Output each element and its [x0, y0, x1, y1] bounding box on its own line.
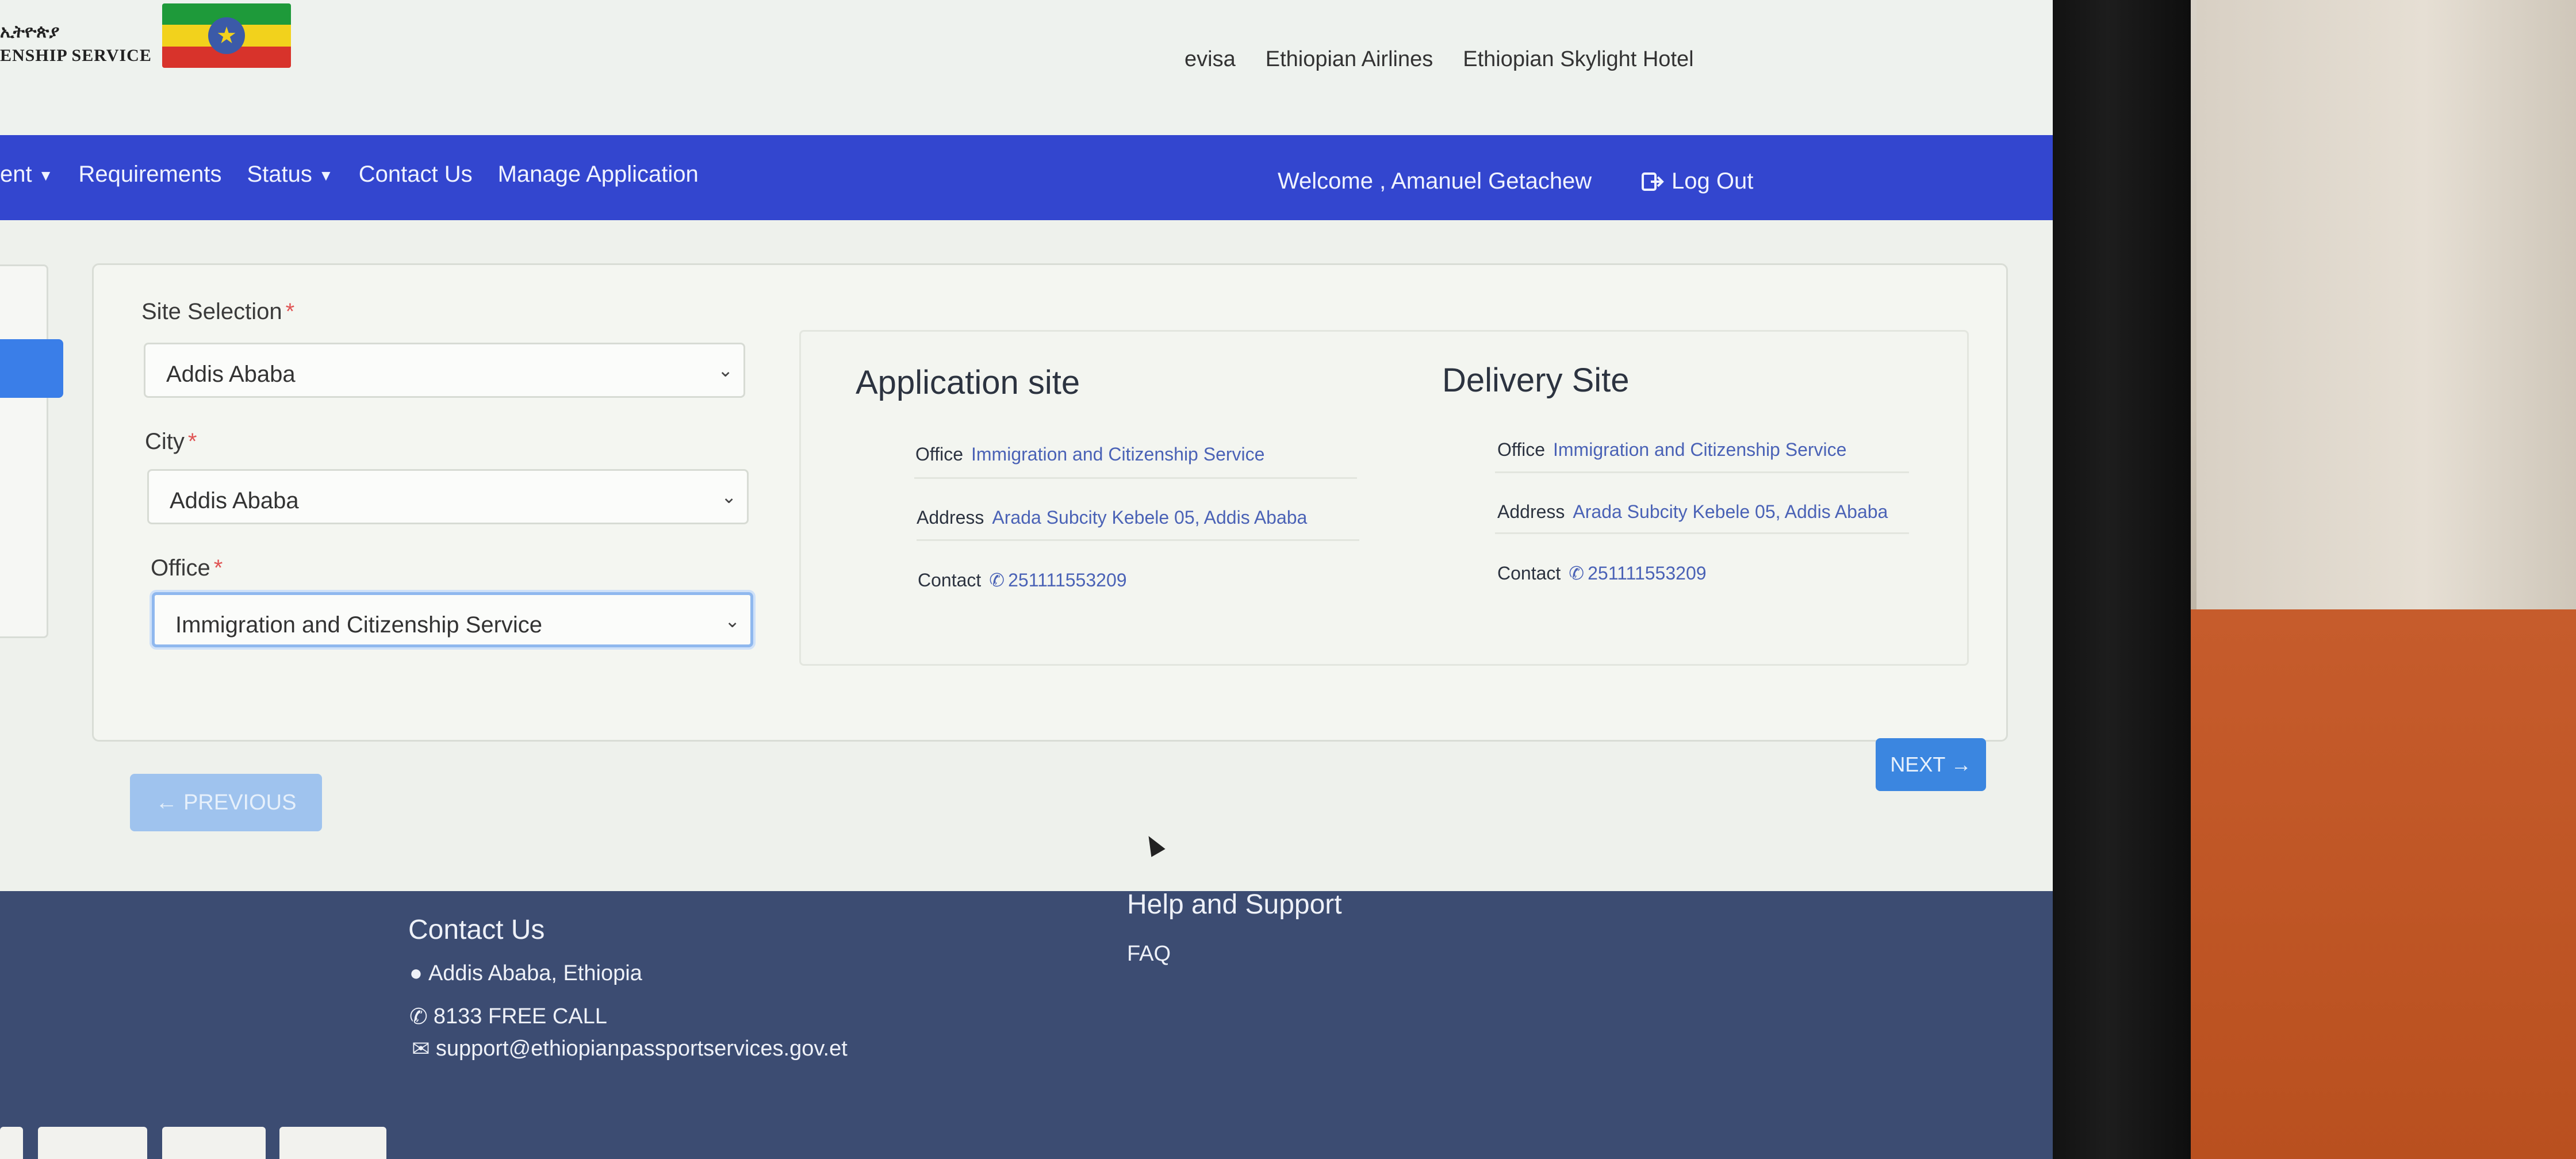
nav-item-label: Status	[247, 162, 312, 187]
row-divider	[917, 539, 1359, 541]
link-ethiopian-airlines[interactable]: Ethiopian Airlines	[1266, 47, 1433, 72]
nav-item-appointment[interactable]: ent ▼	[0, 162, 53, 187]
mouse-cursor-icon	[1141, 832, 1166, 857]
delivery-address-row: Address Arada Subcity Kebele 05, Addis Ab…	[1497, 501, 1888, 522]
footer-faq-link[interactable]: FAQ	[1127, 942, 1171, 966]
office-select[interactable]: Immigration and Citizenship Service ⌄	[152, 592, 753, 647]
step-sidebar	[0, 264, 48, 638]
brand-name: ENSHIP SERVICE	[0, 46, 152, 65]
nav-item-requirements[interactable]: Requirements	[78, 162, 221, 187]
partner-logo	[279, 1127, 386, 1159]
map-pin-icon: ●	[409, 961, 423, 985]
application-office-row: Office Immigration and Citizenship Servic…	[915, 444, 1265, 465]
star-emblem-icon: ★	[208, 17, 245, 54]
chevron-down-icon: ⌄	[724, 611, 740, 631]
phone-icon: ✆	[989, 570, 1005, 590]
ethiopian-flag-logo: ★	[162, 3, 291, 68]
phone-icon: ✆	[1569, 563, 1585, 584]
step-sidebar-active-item[interactable]	[0, 339, 63, 398]
chevron-down-icon: ⌄	[721, 486, 737, 507]
site-footer	[0, 891, 2053, 1159]
partner-logo	[38, 1127, 147, 1159]
application-contact-row: Contact ✆ 251111553209	[918, 570, 1127, 590]
nav-item-status[interactable]: Status ▼	[247, 162, 333, 187]
application-site-title: Application site	[856, 364, 1080, 401]
delivery-office-row: Office Immigration and Citizenship Servic…	[1497, 439, 1847, 460]
city-select[interactable]: Addis Ababa ⌄	[147, 469, 749, 524]
browser-screen: ኢትዮጵያ ENSHIP SERVICE ★ evisa Ethiopian A…	[0, 0, 2053, 1159]
previous-button[interactable]: ← PREVIOUS	[130, 774, 322, 831]
background-wall	[2196, 0, 2576, 609]
office-value: Immigration and Citizenship Service	[175, 612, 543, 638]
partner-logo	[162, 1127, 266, 1159]
office-label: Office *	[151, 555, 223, 581]
city-label: City *	[145, 429, 197, 454]
site-selection-label: Site Selection *	[141, 299, 295, 324]
top-links: evisa Ethiopian Airlines Ethiopian Skyli…	[1184, 47, 1694, 72]
caret-down-icon: ▼	[38, 166, 53, 184]
application-address-row: Address Arada Subcity Kebele 05, Addis Ab…	[917, 507, 1308, 528]
footer-phone: ✆ 8133 FREE CALL	[409, 1004, 607, 1029]
site-header: ኢትዮጵያ ENSHIP SERVICE ★ evisa Ethiopian A…	[0, 0, 2053, 135]
delivery-contact-row: Contact ✆ 251111553209	[1497, 563, 1707, 584]
brand-amharic-text: ኢትዮጵያ	[0, 22, 60, 42]
link-evisa[interactable]: evisa	[1184, 47, 1236, 72]
logout-button[interactable]: Log Out	[1642, 168, 1753, 194]
monitor-bezel	[2053, 0, 2191, 1159]
footer-location: ● Addis Ababa, Ethiopia	[409, 961, 642, 985]
main-navbar: ent ▼ Requirements Status ▼ Contact Us M…	[0, 135, 2053, 220]
footer-contact-title: Contact Us	[408, 915, 545, 945]
row-divider	[914, 477, 1357, 479]
row-divider	[1495, 471, 1909, 473]
envelope-icon: ✉	[412, 1037, 430, 1061]
phone-icon: ✆	[409, 1005, 428, 1029]
link-ethiopian-skylight-hotel[interactable]: Ethiopian Skylight Hotel	[1463, 47, 1693, 72]
logout-icon	[1642, 172, 1664, 191]
site-selection-value: Addis Ababa	[166, 362, 296, 387]
chevron-down-icon: ⌄	[718, 360, 733, 381]
delivery-site-title: Delivery Site	[1442, 362, 1630, 399]
logout-label: Log Out	[1672, 168, 1754, 194]
next-button[interactable]: NEXT →	[1876, 738, 1986, 791]
caret-down-icon: ▼	[319, 166, 334, 184]
footer-help-title: Help and Support	[1127, 889, 1342, 920]
footer-email[interactable]: ✉ support@ethiopianpassportservices.gov.e…	[412, 1036, 848, 1062]
nav-item-manage-application[interactable]: Manage Application	[498, 162, 699, 187]
row-divider	[1495, 532, 1909, 534]
city-value: Addis Ababa	[170, 488, 299, 513]
partner-logo	[0, 1127, 23, 1159]
nav-item-contact-us[interactable]: Contact Us	[359, 162, 473, 187]
welcome-text: Welcome , Amanuel Getachew	[1278, 168, 1592, 194]
nav-menu: ent ▼ Requirements Status ▼ Contact Us M…	[0, 162, 699, 187]
background-floor	[2174, 609, 2576, 1159]
site-selection-select[interactable]: Addis Ababa ⌄	[144, 343, 745, 398]
nav-item-label: ent	[0, 162, 32, 187]
